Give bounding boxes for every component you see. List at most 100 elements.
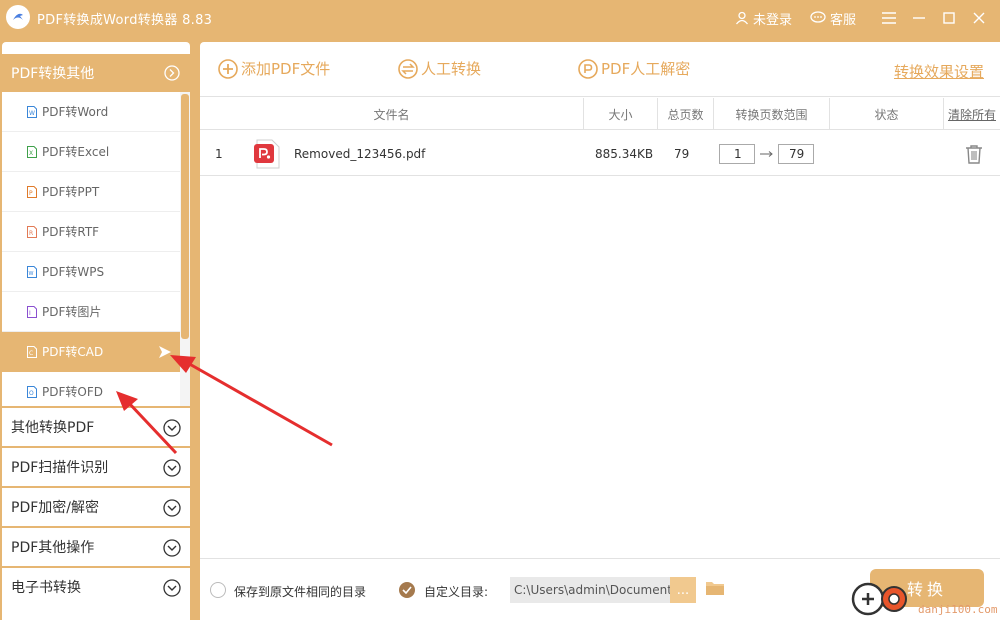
convert-settings-link[interactable]: 转换效果设置 bbox=[894, 61, 984, 82]
custom-dir-label: 自定义目录: bbox=[424, 585, 489, 599]
file-size: 885.34KB bbox=[595, 146, 654, 161]
delete-button[interactable] bbox=[965, 131, 983, 176]
ppt-file-icon: P bbox=[27, 185, 37, 198]
browse-button[interactable]: ... bbox=[670, 577, 696, 603]
output-options-bar: 保存到原文件相同的目录 自定义目录: C:\Users\admin\Docume… bbox=[200, 558, 1000, 620]
sidebar-item-pdf-to-ppt[interactable]: P PDF转PPT bbox=[2, 172, 180, 212]
close-icon bbox=[973, 12, 985, 24]
svg-text:R: R bbox=[29, 230, 33, 237]
sidebar-item-pdf-to-excel[interactable]: X PDF转Excel bbox=[2, 132, 180, 172]
folder-icon[interactable] bbox=[705, 580, 725, 596]
same-dir-label: 保存到原文件相同的目录 bbox=[234, 585, 367, 599]
login-button[interactable]: 未登录 bbox=[735, 9, 792, 28]
svg-text:X: X bbox=[29, 150, 33, 157]
sidebar-item-label: PDF转WPS bbox=[42, 265, 105, 279]
rtf-file-icon: R bbox=[27, 225, 37, 238]
row-index: 1 bbox=[215, 146, 223, 161]
sidebar-group-other-operations[interactable]: PDF其他操作 bbox=[2, 526, 190, 566]
sidebar-item-label: PDF转RTF bbox=[42, 225, 100, 239]
add-pdf-button[interactable]: 添加PDF文件 bbox=[218, 58, 330, 79]
sidebar-item-label: PDF转Excel bbox=[42, 145, 110, 159]
column-header-status: 状态 bbox=[830, 98, 944, 130]
add-circle-icon bbox=[218, 58, 238, 79]
sidebar: PDF转换其他 W PDF转Word X PDF转Excel P PDF转PPT… bbox=[2, 42, 190, 620]
sidebar-group-encrypt-decrypt[interactable]: PDF加密/解密 bbox=[2, 486, 190, 526]
chevron-down-circle-icon bbox=[163, 499, 181, 517]
chevron-down-circle-icon bbox=[163, 419, 181, 437]
service-button[interactable]: 客服 bbox=[810, 9, 856, 28]
sidebar-item-label: PDF转PPT bbox=[42, 185, 100, 199]
maximize-icon bbox=[943, 12, 955, 24]
minimize-button[interactable] bbox=[904, 0, 934, 36]
sidebar-item-pdf-to-wps[interactable]: W PDF转WPS bbox=[2, 252, 180, 292]
chat-icon bbox=[810, 11, 826, 23]
menu-button[interactable] bbox=[874, 0, 904, 36]
title-bar: PDF转换成Word转换器 8.83 未登录 客服 bbox=[0, 0, 1000, 36]
manual-convert-label: 人工转换 bbox=[421, 60, 482, 78]
chevron-down-circle-icon bbox=[163, 459, 181, 477]
pdf-circle-icon bbox=[578, 58, 598, 79]
file-name: Removed_123456.pdf bbox=[294, 146, 426, 161]
sidebar-group-label: 其他转换PDF bbox=[11, 420, 95, 436]
app-logo-icon bbox=[6, 5, 30, 29]
table-row[interactable]: 1 Removed_123456.pdf 885.34KB 79 1 79 bbox=[200, 131, 1000, 176]
svg-text:O: O bbox=[29, 390, 34, 397]
file-table-header: 文件名 大小 总页数 转换页数范围 状态 清除所有 bbox=[200, 98, 1000, 130]
cad-file-icon: C bbox=[27, 345, 37, 358]
sidebar-item-pdf-to-rtf[interactable]: R PDF转RTF bbox=[2, 212, 180, 252]
app-title: PDF转换成Word转换器 8.83 bbox=[37, 13, 213, 28]
output-path-input[interactable]: C:\Users\admin\Documents bbox=[510, 577, 670, 603]
chevron-down-circle-icon bbox=[163, 579, 181, 597]
maximize-button[interactable] bbox=[934, 0, 964, 36]
watermark-text: danji100.com bbox=[918, 603, 998, 616]
page-range-from[interactable]: 1 bbox=[719, 131, 755, 176]
login-label: 未登录 bbox=[752, 12, 792, 28]
user-icon bbox=[735, 11, 748, 25]
sidebar-group-other-to-pdf[interactable]: 其他转换PDF bbox=[2, 406, 190, 446]
sidebar-item-label: PDF转CAD bbox=[42, 345, 104, 359]
sidebar-item-pdf-to-image[interactable]: I PDF转图片 bbox=[2, 292, 180, 332]
range-arrow-icon bbox=[760, 131, 774, 176]
clear-all-link[interactable]: 清除所有 bbox=[944, 98, 1000, 130]
range-to-input[interactable]: 79 bbox=[778, 143, 814, 164]
column-header-pages: 总页数 bbox=[658, 98, 714, 130]
word-file-icon: W bbox=[27, 105, 37, 118]
sidebar-group-scan-ocr[interactable]: PDF扫描件识别 bbox=[2, 446, 190, 486]
page-range-to[interactable]: 79 bbox=[778, 131, 814, 176]
swap-circle-icon bbox=[398, 58, 418, 79]
custom-dir-check[interactable] bbox=[399, 582, 415, 598]
same-dir-radio[interactable] bbox=[210, 582, 226, 598]
range-from-input[interactable]: 1 bbox=[719, 143, 755, 164]
column-header-range: 转换页数范围 bbox=[714, 98, 830, 130]
sidebar-item-pdf-to-cad[interactable]: C PDF转CAD bbox=[2, 332, 180, 372]
ofd-file-icon: O bbox=[27, 385, 37, 398]
watermark-logo-icon bbox=[851, 582, 907, 616]
manual-decrypt-button[interactable]: PDF人工解密 bbox=[578, 58, 690, 79]
svg-text:P: P bbox=[29, 190, 33, 197]
page-count: 79 bbox=[674, 146, 690, 161]
check-icon bbox=[402, 586, 412, 594]
sidebar-item-label: PDF转图片 bbox=[42, 305, 102, 319]
chevron-down-circle-icon bbox=[163, 539, 181, 557]
close-button[interactable] bbox=[964, 0, 994, 36]
column-header-name: 文件名 bbox=[200, 98, 584, 130]
sidebar-group-ebook[interactable]: 电子书转换 bbox=[2, 566, 190, 606]
image-file-icon: I bbox=[27, 305, 37, 318]
sidebar-group-pdf-to-other[interactable]: PDF转换其他 bbox=[2, 54, 190, 92]
pdf-file-icon bbox=[254, 139, 280, 169]
sidebar-item-pdf-to-word[interactable]: W PDF转Word bbox=[2, 92, 180, 132]
sidebar-group-label: PDF加密/解密 bbox=[11, 500, 99, 516]
column-header-size: 大小 bbox=[584, 98, 658, 130]
svg-text:I: I bbox=[29, 310, 31, 317]
service-label: 客服 bbox=[829, 12, 856, 28]
svg-text:W: W bbox=[29, 110, 35, 117]
sidebar-item-label: PDF转OFD bbox=[42, 385, 103, 399]
chevron-right-circle-icon bbox=[164, 65, 180, 81]
minimize-icon bbox=[913, 17, 925, 19]
add-pdf-label: 添加PDF文件 bbox=[241, 60, 331, 78]
manual-convert-button[interactable]: 人工转换 bbox=[398, 58, 481, 79]
sidebar-scrollbar-thumb[interactable] bbox=[181, 94, 189, 339]
sidebar-group-label: 电子书转换 bbox=[11, 580, 81, 596]
sidebar-group-label: PDF转换其他 bbox=[11, 66, 95, 82]
sidebar-item-label: PDF转Word bbox=[42, 105, 109, 119]
